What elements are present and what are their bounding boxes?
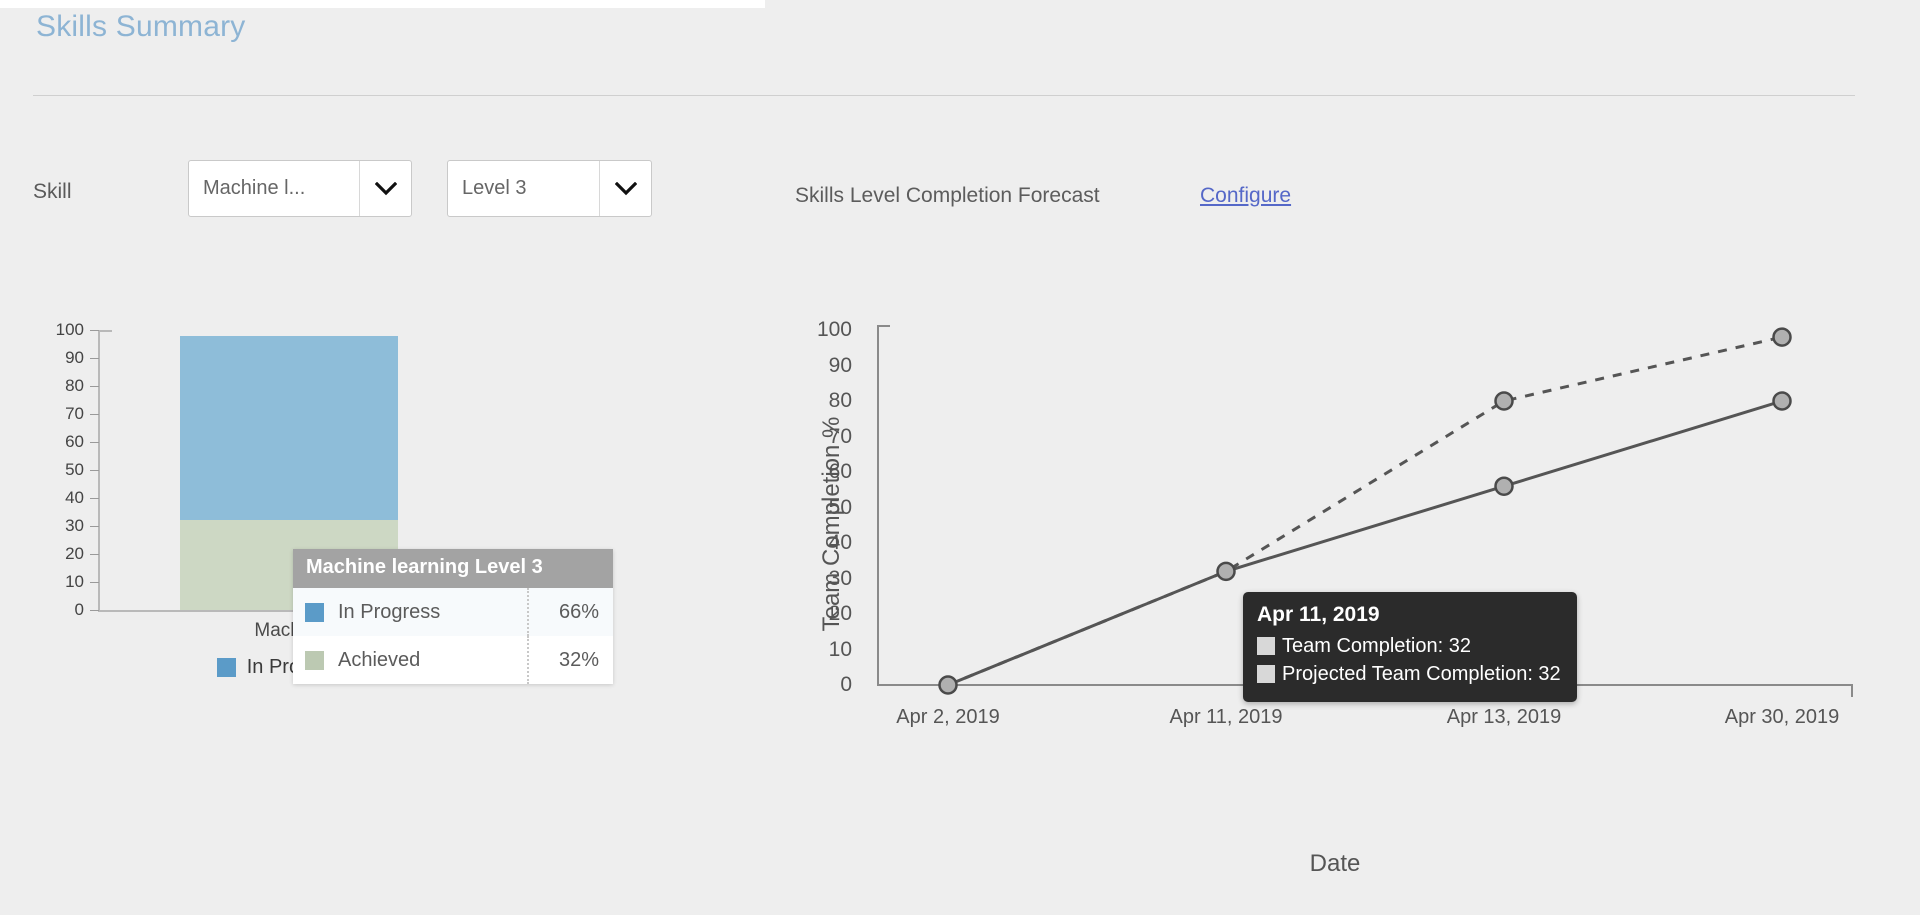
line-chart-y-tick-label: 40 <box>828 531 852 554</box>
line-tooltip-date: Apr 11, 2019 <box>1257 603 1380 626</box>
line-chart-tooltip: Apr 11, 2019 Team Completion: 32 Project… <box>1243 592 1577 702</box>
legend-swatch-in-progress <box>216 658 236 677</box>
bar-chart-y-tick <box>90 498 99 499</box>
bar-chart-y-tick <box>90 386 99 387</box>
bar-chart-y-tick <box>90 330 99 331</box>
bar-tooltip-value: 66% <box>558 600 599 623</box>
level-select-value: Level 3 <box>462 177 527 199</box>
bar-chart-y-tick-label: 0 <box>74 600 84 619</box>
line-chart-y-tick-label: 0 <box>840 673 852 696</box>
line-chart-y-tick-label: 70 <box>828 424 852 448</box>
bar-chart-y-tick-label: 40 <box>65 488 84 507</box>
skills-summary-page: Skills Summary Skill Machine l... Level … <box>0 0 1920 915</box>
line-data-point[interactable] <box>1494 391 1514 411</box>
bar-tooltip-swatch <box>305 650 324 670</box>
bar-chart-y-tick <box>90 442 99 443</box>
level-select[interactable]: Level 3 <box>447 160 652 217</box>
header-divider <box>33 95 1855 96</box>
top-white-strip <box>0 0 765 8</box>
line-chart-y-tick-label: 20 <box>828 602 852 625</box>
skill-label: Skill <box>33 180 72 203</box>
page-title: Skills Summary <box>36 10 246 43</box>
line-chart-x-tick-label: Apr 13, 2019 <box>1446 706 1562 728</box>
line-chart-y-tick-label: 90 <box>828 353 852 377</box>
line-chart-y-tick-label: 50 <box>828 495 852 519</box>
bar-chart-y-tick <box>90 414 99 415</box>
bar-chart-y-tick-label: 70 <box>65 404 84 423</box>
line-tooltip-row: Projected Team Completion: 32 <box>1257 660 1561 688</box>
bar-chart-y-tick <box>90 554 99 555</box>
line-tooltip-swatch <box>1257 665 1275 683</box>
bar-tooltip-row: In Progress 66% <box>293 588 613 636</box>
bar-chart-y-tick-label: 20 <box>65 544 84 563</box>
chevron-down-icon[interactable] <box>359 161 411 216</box>
line-chart-y-tick-label: 30 <box>828 566 852 590</box>
skill-select[interactable]: Machine l... <box>188 160 412 217</box>
line-chart-y-tick-label: 100 <box>816 318 852 341</box>
bar-chart-y-tick <box>90 610 99 611</box>
bar-tooltip-value: 32% <box>558 648 599 671</box>
line-data-point[interactable] <box>1216 561 1236 582</box>
bar-segment-in-progress[interactable] <box>180 335 398 521</box>
line-chart-y-tick-label: 60 <box>828 460 852 483</box>
skill-select-value: Machine l... <box>203 177 306 199</box>
bar-tooltip-label: In Progress <box>338 600 441 623</box>
chevron-down-icon[interactable] <box>599 161 651 216</box>
bar-chart-y-tick-label: 50 <box>65 460 84 479</box>
configure-link[interactable]: Configure <box>1200 184 1291 208</box>
bar-tooltip-row: Achieved 32% <box>293 636 613 684</box>
line-data-point[interactable] <box>1772 391 1792 411</box>
bar-chart-y-tick-label: 30 <box>65 516 84 535</box>
line-chart-x-tick-label: Apr 11, 2019 <box>1169 706 1283 728</box>
bar-tooltip-title: Machine learning Level 3 <box>293 549 613 588</box>
bar-chart-y-tick-label: 90 <box>65 348 84 367</box>
bar-chart-axis-cap <box>98 330 112 332</box>
bar-chart-y-tick <box>90 358 99 359</box>
line-chart-x-tick-label: Apr 2, 2019 <box>896 706 1000 728</box>
line-tooltip-label: Team Completion: 32 <box>1282 635 1471 657</box>
line-data-point[interactable] <box>1772 327 1792 347</box>
bar-chart-tooltip: Machine learning Level 3 In Progress 66%… <box>293 549 613 684</box>
bar-chart-y-tick-label: 100 <box>55 320 84 339</box>
line-chart-y-tick-label: 10 <box>828 637 852 661</box>
bar-chart-y-tick <box>90 470 99 471</box>
line-data-point[interactable] <box>938 675 958 695</box>
bar-tooltip-swatch <box>305 602 324 622</box>
bar-chart-y-tick <box>90 526 99 527</box>
bar-chart-y-tick-label: 80 <box>65 376 84 395</box>
line-tooltip-row: Team Completion: 32 <box>1257 632 1561 660</box>
line-data-point[interactable] <box>1494 476 1514 496</box>
line-chart-y-tick-label: 80 <box>828 389 852 412</box>
line-chart-x-tick-label: Apr 30, 2019 <box>1724 706 1840 728</box>
forecast-chart-title: Skills Level Completion Forecast <box>795 184 1100 207</box>
bar-chart-y-tick-label: 10 <box>65 572 84 591</box>
line-tooltip-label: Projected Team Completion: 32 <box>1282 663 1561 685</box>
bar-tooltip-label: Achieved <box>338 648 421 671</box>
line-chart-x-axis-title: Date <box>1309 850 1361 877</box>
bar-chart-y-tick-label: 60 <box>65 432 84 451</box>
line-tooltip-swatch <box>1257 637 1275 655</box>
bar-chart-y-tick <box>90 582 99 583</box>
